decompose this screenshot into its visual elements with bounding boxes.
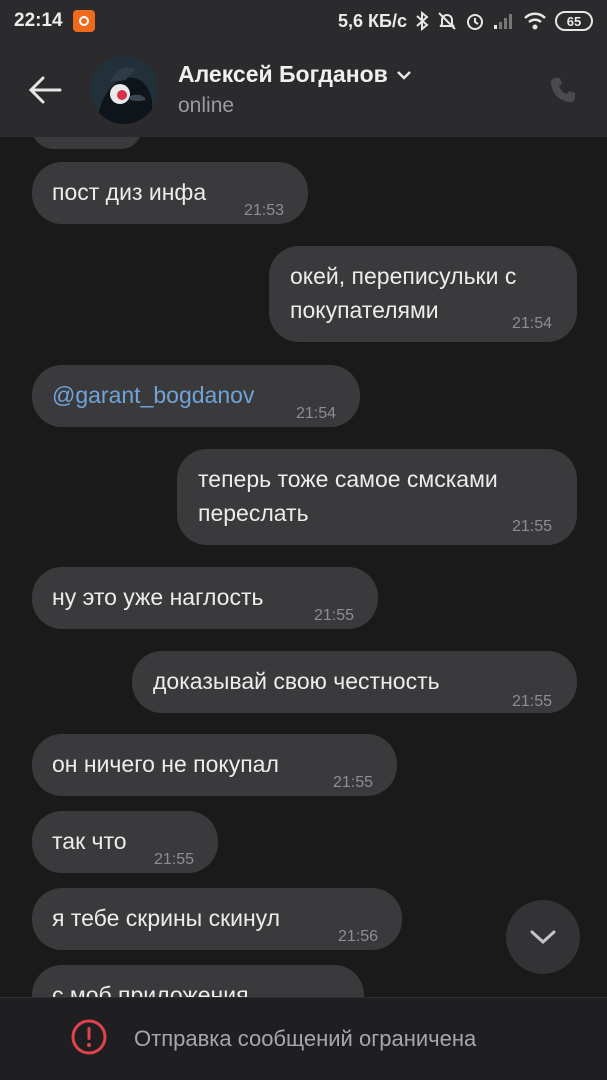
chat-header: Алексей Богданов online [0, 42, 607, 137]
message-text: он ничего не покупал [52, 751, 279, 777]
message-text: с моб приложения [52, 982, 249, 997]
message-bubble-incoming[interactable]: пост диз инфа 21:53 [32, 162, 308, 224]
peer-name: Алексей Богданов [178, 61, 388, 87]
message-time: 21:55 [333, 774, 374, 791]
status-indicators: 5,6 КБ/с 65 [338, 11, 593, 32]
message-bubble-outgoing[interactable]: окей, переписульки с покупателями 21:54 [269, 246, 577, 342]
avatar-image [90, 55, 158, 124]
bluetooth-icon [416, 11, 429, 31]
message-time: 21:53 [244, 202, 285, 219]
status-time: 22:14 [14, 10, 63, 31]
restriction-notice: Отправка сообщений ограничена [134, 1026, 477, 1051]
phone-icon [551, 77, 575, 102]
avatar[interactable] [90, 55, 158, 124]
mention-link[interactable]: @garant_bogdanov [52, 378, 254, 412]
message-bubble-incoming[interactable]: он ничего не покупал 21:55 [32, 734, 397, 796]
message-text: я тебе скрины скинул [52, 905, 281, 931]
message-bubble-incoming[interactable]: @garant_bogdanov 21:54 [32, 365, 360, 427]
chevron-down-icon [530, 930, 556, 945]
message-time: 21:55 [512, 693, 553, 710]
message-time: 21:55 [154, 851, 195, 868]
arrow-left-icon [28, 76, 62, 103]
network-speed: 5,6 КБ/с [338, 10, 407, 31]
message-time: 21:56 [338, 928, 379, 945]
message-text-line: переслать [198, 500, 309, 526]
message-text-line: покупателями [290, 297, 439, 323]
peer-status: online [178, 94, 235, 117]
message-bubble-incoming[interactable]: с моб приложения [32, 965, 364, 997]
signal-icon [494, 14, 512, 29]
message-time: 21:54 [296, 405, 337, 422]
message-time: 21:55 [512, 518, 553, 535]
status-bar: 22:14 5,6 КБ/с 65 [0, 0, 607, 42]
message-text-line: теперь тоже самое смсками [198, 466, 498, 492]
call-button[interactable] [543, 70, 583, 110]
battery-indicator: 65 [555, 11, 593, 31]
message-text: пост диз инфа [52, 179, 207, 205]
message-time: 21:54 [512, 315, 553, 332]
message-text: ну это уже наглость [52, 584, 264, 610]
message-bubble-incoming[interactable]: ну это уже наглость 21:55 [32, 567, 378, 629]
warning-icon [70, 1018, 108, 1061]
message-text-line: окей, переписульки с [290, 263, 517, 289]
message-bubble-outgoing[interactable]: теперь тоже самое смсками переслать 21:5… [177, 449, 577, 545]
scroll-to-bottom-button[interactable] [506, 900, 580, 974]
back-button[interactable] [0, 42, 90, 137]
message-bubble-incoming[interactable]: так что 21:55 [32, 811, 218, 873]
message-bubble-outgoing[interactable]: доказывай свою честность 21:55 [132, 651, 577, 713]
restriction-bar: Отправка сообщений ограничена [0, 997, 607, 1080]
message-bubble-partial [32, 137, 142, 149]
message-text: так что [52, 828, 127, 854]
message-text: доказывай свою честность [153, 668, 440, 694]
chevron-down-icon [396, 70, 411, 80]
message-list[interactable]: пост диз инфа 21:53 окей, переписульки с… [0, 137, 607, 997]
message-bubble-incoming[interactable]: я тебе скрины скинул 21:56 [32, 888, 402, 950]
message-time: 21:55 [314, 607, 355, 624]
wifi-icon [524, 12, 546, 30]
screen-record-icon [72, 10, 95, 32]
alarm-icon [467, 14, 483, 30]
mute-bell-icon [438, 12, 456, 30]
peer-info[interactable]: Алексей Богданов online [178, 61, 412, 118]
